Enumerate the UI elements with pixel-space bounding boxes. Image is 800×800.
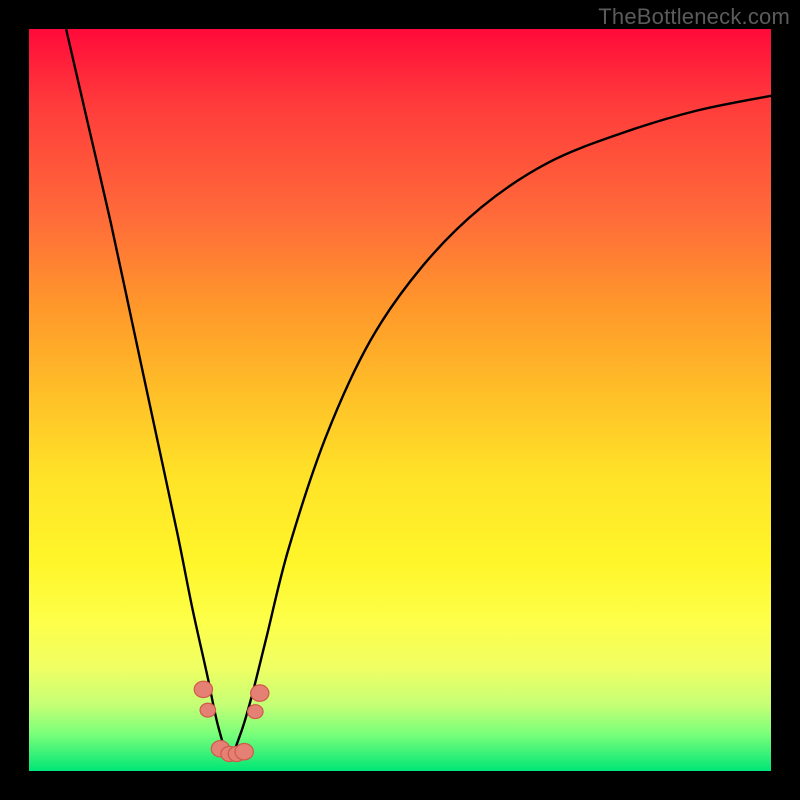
marker-point xyxy=(235,744,253,760)
marker-cluster xyxy=(194,681,269,761)
bottleneck-curve xyxy=(66,29,771,756)
chart-svg xyxy=(29,29,771,771)
marker-point xyxy=(248,705,264,719)
marker-point xyxy=(251,685,269,701)
marker-point xyxy=(200,703,216,717)
watermark-text: TheBottleneck.com xyxy=(598,4,790,30)
marker-point xyxy=(194,681,212,697)
